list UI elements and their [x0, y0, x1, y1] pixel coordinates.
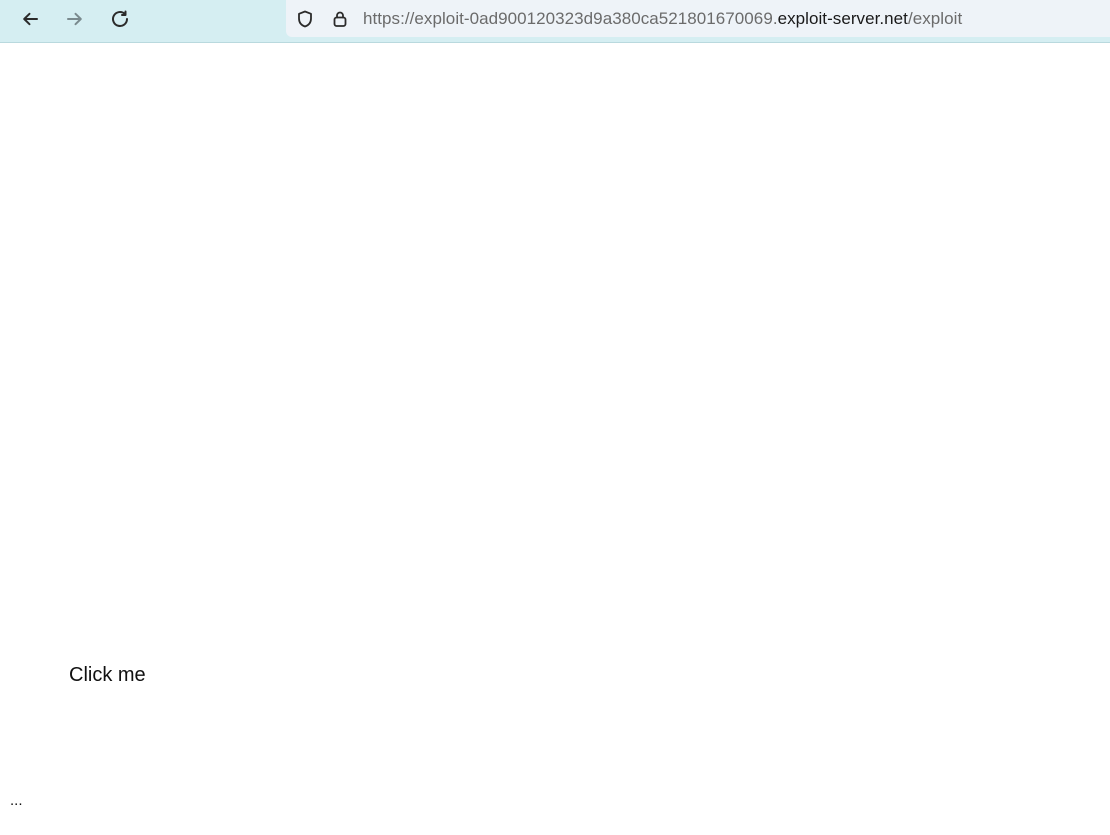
url-prefix: https://exploit-0ad900120323d9a380ca5218… — [363, 9, 778, 28]
reload-icon — [112, 10, 128, 27]
url-domain: exploit-server.net — [777, 9, 908, 28]
shield-icon[interactable] — [294, 8, 316, 30]
lock-icon[interactable] — [329, 8, 351, 30]
arrow-left-icon — [23, 12, 38, 26]
address-bar[interactable]: https://exploit-0ad900120323d9a380ca5218… — [286, 0, 1110, 37]
reload-button[interactable] — [104, 5, 136, 33]
url-path: /exploit — [907, 9, 963, 28]
arrow-right-icon — [67, 12, 82, 26]
web-page-content: Click me ... — [0, 44, 1110, 835]
back-button[interactable] — [14, 5, 46, 33]
ellipsis-text: ... — [10, 792, 23, 809]
click-me-link[interactable]: Click me — [69, 663, 146, 687]
forward-button[interactable] — [59, 5, 91, 33]
url-text[interactable]: https://exploit-0ad900120323d9a380ca5218… — [363, 9, 962, 29]
browser-window: https://exploit-0ad900120323d9a380ca5218… — [0, 0, 1110, 835]
browser-toolbar: https://exploit-0ad900120323d9a380ca5218… — [0, 0, 1110, 43]
